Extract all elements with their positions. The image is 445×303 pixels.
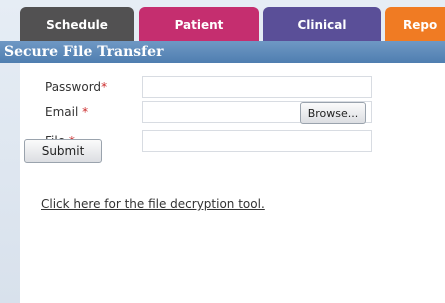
browse-button[interactable]: Browse... [300,102,366,124]
tab-patient[interactable]: Patient [139,7,259,41]
tab-schedule[interactable]: Schedule [20,7,134,41]
file-decryption-tool-link[interactable]: Click here for the file decryption tool. [41,197,265,211]
tab-reports[interactable]: Repo [385,7,445,41]
secure-file-transfer-panel: Password* Email * File * [20,63,445,303]
password-field[interactable] [142,76,372,98]
password-label-text: Password [45,80,102,94]
email-label: Email * [45,105,88,119]
password-label: Password* [45,80,107,94]
required-marker: * [101,80,108,94]
required-marker: * [82,105,89,119]
app-window: Schedule Patient Clinical Repo Secure Fi… [0,0,445,303]
submit-button[interactable]: Submit [24,139,102,163]
file-path-field[interactable] [142,130,372,152]
section-title: Secure File Transfer [0,41,445,63]
tab-clinical[interactable]: Clinical [263,7,381,41]
email-label-text: Email [45,105,83,119]
